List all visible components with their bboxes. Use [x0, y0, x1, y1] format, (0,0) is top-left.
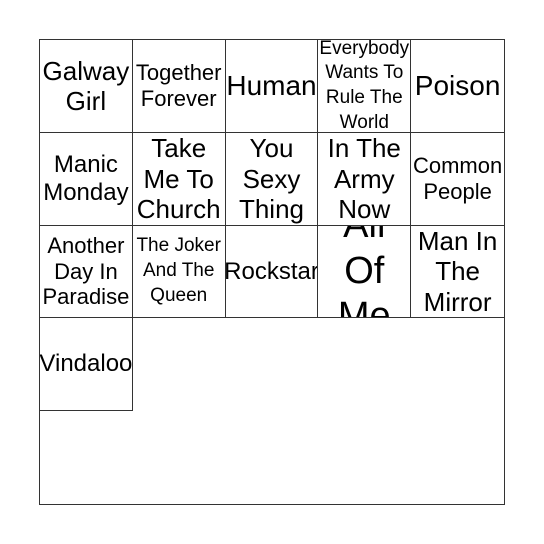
bingo-grid: Galway Girl Together Forever Human Every… [39, 39, 505, 505]
bingo-cell[interactable]: Galway Girl [40, 40, 133, 133]
bingo-cell[interactable]: Everybody Wants To Rule The World [318, 40, 412, 133]
bingo-cell[interactable]: Common People [411, 133, 504, 226]
bingo-cell[interactable]: Man In The Mirror [411, 226, 504, 319]
bingo-cell[interactable]: Manic Monday [40, 132, 133, 226]
bingo-cell[interactable]: You Sexy Thing [225, 132, 319, 226]
bingo-cell[interactable]: In The Army Now [318, 132, 412, 226]
bingo-cell[interactable]: Poison [411, 40, 504, 133]
bingo-cell[interactable]: All Of Me [318, 225, 412, 319]
bingo-cell[interactable]: Together Forever [132, 40, 226, 133]
bingo-cell[interactable]: Rockstar [225, 225, 319, 319]
bingo-cell[interactable]: Another Day In Paradise [40, 225, 133, 319]
bingo-cell[interactable]: Vindaloo [40, 318, 133, 412]
bingo-cell[interactable]: Human [225, 40, 319, 133]
bingo-cell[interactable]: The Joker And The Queen [132, 225, 226, 319]
bingo-cell[interactable]: Take Me To Church [132, 132, 226, 226]
